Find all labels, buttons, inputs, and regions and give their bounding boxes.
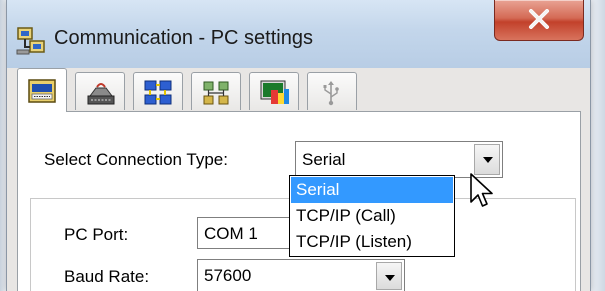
tab-network[interactable]: [133, 72, 183, 110]
tab-strip: [17, 68, 580, 112]
window-title: Communication - PC settings: [54, 27, 313, 49]
tab-display[interactable]: [249, 72, 299, 110]
network-tree-icon: [203, 81, 229, 105]
mouse-cursor-icon: [470, 173, 493, 207]
usb-icon: [323, 81, 339, 106]
chevron-down-icon[interactable]: [376, 262, 402, 290]
close-button[interactable]: [494, 0, 584, 41]
pc-port-field[interactable]: COM 1: [197, 217, 297, 249]
baud-rate-label: Baud Rate:: [64, 267, 150, 286]
close-x-icon: [529, 9, 549, 29]
option-tcpip-call[interactable]: TCP/IP (Call): [291, 203, 453, 229]
pc-port-value: COM 1: [204, 224, 258, 243]
tab-usb[interactable]: [307, 72, 357, 110]
network-blue-icon: [144, 80, 172, 105]
option-serial[interactable]: Serial: [291, 177, 453, 203]
display-colors-icon: [260, 80, 289, 104]
tab-serial-settings[interactable]: [17, 68, 67, 112]
chevron-down-icon[interactable]: [474, 144, 500, 175]
connection-type-value: Serial: [302, 150, 346, 169]
screen: Communication - PC settings Select Conne…: [0, 0, 605, 291]
network-computers-icon: [16, 27, 45, 55]
pc-port-label: PC Port:: [64, 225, 129, 244]
modem-icon: [87, 83, 115, 105]
dialog-window: Communication - PC settings Select Conne…: [6, 0, 591, 291]
title-bar[interactable]: Communication - PC settings: [7, 0, 590, 68]
connection-type-label: Select Connection Type:: [44, 150, 228, 169]
baud-rate-select[interactable]: 57600: [197, 259, 405, 291]
tab-modem[interactable]: [75, 72, 125, 110]
connection-type-dropdown: Serial TCP/IP (Call) TCP/IP (Listen): [289, 175, 455, 257]
option-tcpip-listen[interactable]: TCP/IP (Listen): [291, 229, 453, 255]
serial-settings-icon: [28, 79, 56, 103]
baud-rate-value: 57600: [204, 266, 252, 285]
tab-network-tree[interactable]: [191, 72, 241, 110]
